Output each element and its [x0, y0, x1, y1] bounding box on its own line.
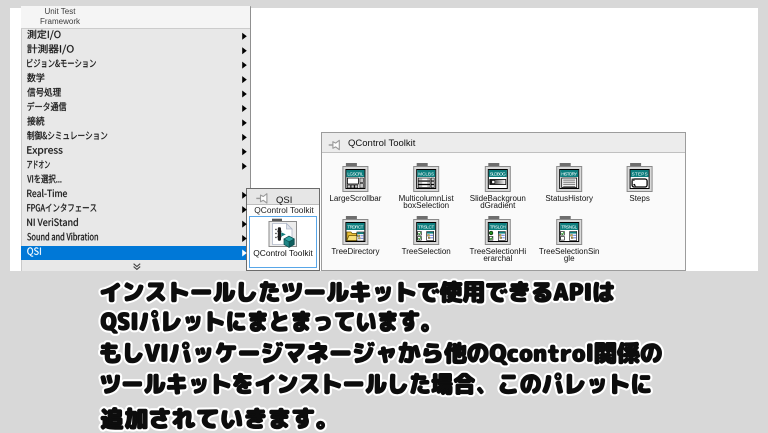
svg-text:HISTORY: HISTORY [561, 172, 577, 177]
svg-text:LGSCRL: LGSCRL [347, 172, 363, 177]
svg-text:TRDRCT: TRDRCT [347, 225, 363, 230]
svg-text:TRSNGL: TRSNGL [561, 225, 577, 230]
svg-text:MCLBS: MCLBS [418, 172, 434, 177]
svg-text:TRSLCT: TRSLCT [418, 225, 434, 230]
svg-text:STEPS: STEPS [632, 172, 648, 177]
svg-text:SLDBOG: SLDBOG [490, 172, 506, 177]
svg-text:TRSLCH: TRSLCH [490, 225, 506, 230]
